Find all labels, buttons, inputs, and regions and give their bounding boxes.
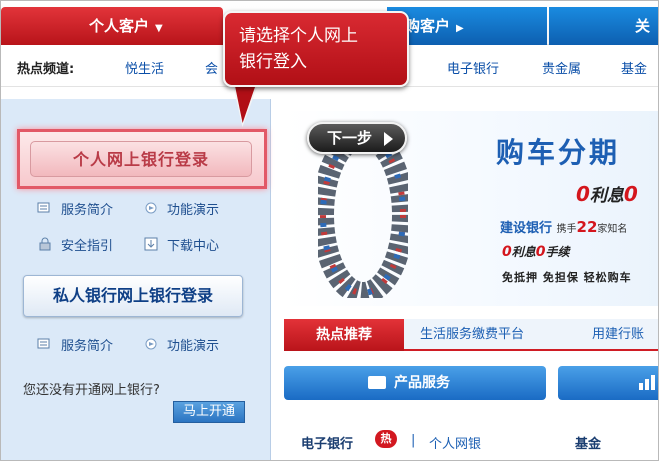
service-intro-icon <box>37 202 50 213</box>
promo-fee-zero-2: 0 <box>535 244 546 260</box>
promo-bank: 建设银行 携手22家知名 <box>500 217 627 236</box>
link-separator: | <box>411 433 416 448</box>
callout-line-2: 银行登入 <box>239 52 307 72</box>
promo-fee-text: 利息 <box>511 245 536 259</box>
zero-cars-graphic <box>318 133 408 298</box>
promo-rate-text: 利息 <box>589 186 624 206</box>
callout-tail <box>231 83 257 123</box>
guide-callout: 请选择个人网上 银行登入 <box>223 11 409 87</box>
personal-login-highlight: 个人网上银行登录 <box>17 129 267 189</box>
personal-netbank-login-button[interactable]: 个人网上银行登录 <box>30 141 252 177</box>
caret-right-icon: ▶ <box>456 23 464 34</box>
private-banking-login-button[interactable]: 私人银行网上银行登录 <box>23 275 243 317</box>
promo-bank-count: 22 <box>576 218 598 236</box>
open-now-button[interactable]: 马上开通 <box>173 401 245 423</box>
ebank-section-title[interactable]: 电子银行 <box>301 433 353 452</box>
hot-link-fund[interactable]: 基金 <box>621 58 647 77</box>
demo-icon <box>145 338 157 350</box>
caret-down-icon: ▼ <box>155 23 163 34</box>
no-account-text: 您还没有开通网上银行? <box>23 383 160 398</box>
next-step-label: 下一步 <box>327 129 373 147</box>
personal-service-intro-link[interactable]: 服务简介 <box>61 199 113 218</box>
hot-link-precious-metals[interactable]: 贵金属 <box>542 58 581 77</box>
promo-bank-small-2: 家知名 <box>597 224 628 235</box>
nav-tab-corporate-label: 购客户 <box>405 17 451 35</box>
promo-terms: 免抵押 免担保 轻松购车 <box>502 271 632 284</box>
content-tab-bar: 热点推荐 生活服务缴费平台 用建行账 <box>284 319 658 351</box>
lock-icon <box>39 237 51 251</box>
promo-rate: 0利息0 <box>576 181 638 206</box>
promo-fee-zero: 0 <box>502 244 512 260</box>
promo-rate-zero: 0 <box>576 182 590 206</box>
hot-link-ebank[interactable]: 电子银行 <box>447 58 499 77</box>
login-panel: 个人网上银行登录 服务简介 功能演示 安全指引 下载中心 私人银行网上银行登录 … <box>1 99 271 460</box>
callout-line-1: 请选择个人网上 <box>239 26 358 46</box>
demo-icon <box>145 202 157 214</box>
nav-tab-personal[interactable]: 个人客户 ▼ <box>1 7 223 45</box>
play-arrow-icon <box>384 132 393 146</box>
tab-life-services[interactable]: 生活服务缴费平台 <box>420 319 524 351</box>
tab-hot-recommend[interactable]: 热点推荐 <box>284 319 404 351</box>
product-services-label: 产品服务 <box>394 375 450 391</box>
hot-link-yue-life[interactable]: 悦生活 <box>125 58 164 77</box>
bar-chart-icon <box>639 375 655 390</box>
promo-title: 购车分期 <box>496 136 621 169</box>
chart-services-bar[interactable] <box>558 366 658 400</box>
personal-demo-link[interactable]: 功能演示 <box>167 199 219 218</box>
security-guide-link[interactable]: 安全指引 <box>61 235 113 254</box>
promo-rate-zero-2: 0 <box>623 182 638 206</box>
promo-fee: 0利息0手续 <box>502 243 570 260</box>
hot-link-hui[interactable]: 会 <box>205 58 218 77</box>
promo-fee-text-2: 手续 <box>545 245 570 259</box>
nav-tab-third-label: 关 <box>635 17 651 35</box>
page-frame: 个人客户 ▼ 购客户 ▶ 关 热点频道: 悦生活 会 电子银行 贵金属 基金 个人网… <box>0 0 659 461</box>
folder-icon <box>368 376 386 389</box>
nav-tab-corporate[interactable]: 购客户 ▶ <box>387 7 547 45</box>
personal-netbank-link[interactable]: 个人网银 <box>429 433 481 452</box>
hot-badge: 热 <box>375 430 397 448</box>
download-icon <box>144 237 158 251</box>
nav-tab-third[interactable]: 关 <box>549 7 658 45</box>
next-step-button[interactable]: 下一步 <box>307 122 407 154</box>
fund-section-title[interactable]: 基金 <box>575 433 601 452</box>
service-intro-icon <box>37 338 50 349</box>
private-service-intro-link[interactable]: 服务简介 <box>61 335 113 354</box>
promo-bank-name: 建设银行 <box>500 221 553 236</box>
promo-bank-small: 携手 <box>556 224 577 235</box>
product-services-bar[interactable]: 产品服务 <box>284 366 546 400</box>
tab-ccb-account[interactable]: 用建行账 <box>592 319 644 351</box>
hot-channels-label: 热点频道: <box>17 62 75 77</box>
download-center-link[interactable]: 下载中心 <box>167 235 219 254</box>
nav-tab-personal-label: 个人客户 <box>89 17 150 35</box>
private-demo-link[interactable]: 功能演示 <box>167 335 219 354</box>
